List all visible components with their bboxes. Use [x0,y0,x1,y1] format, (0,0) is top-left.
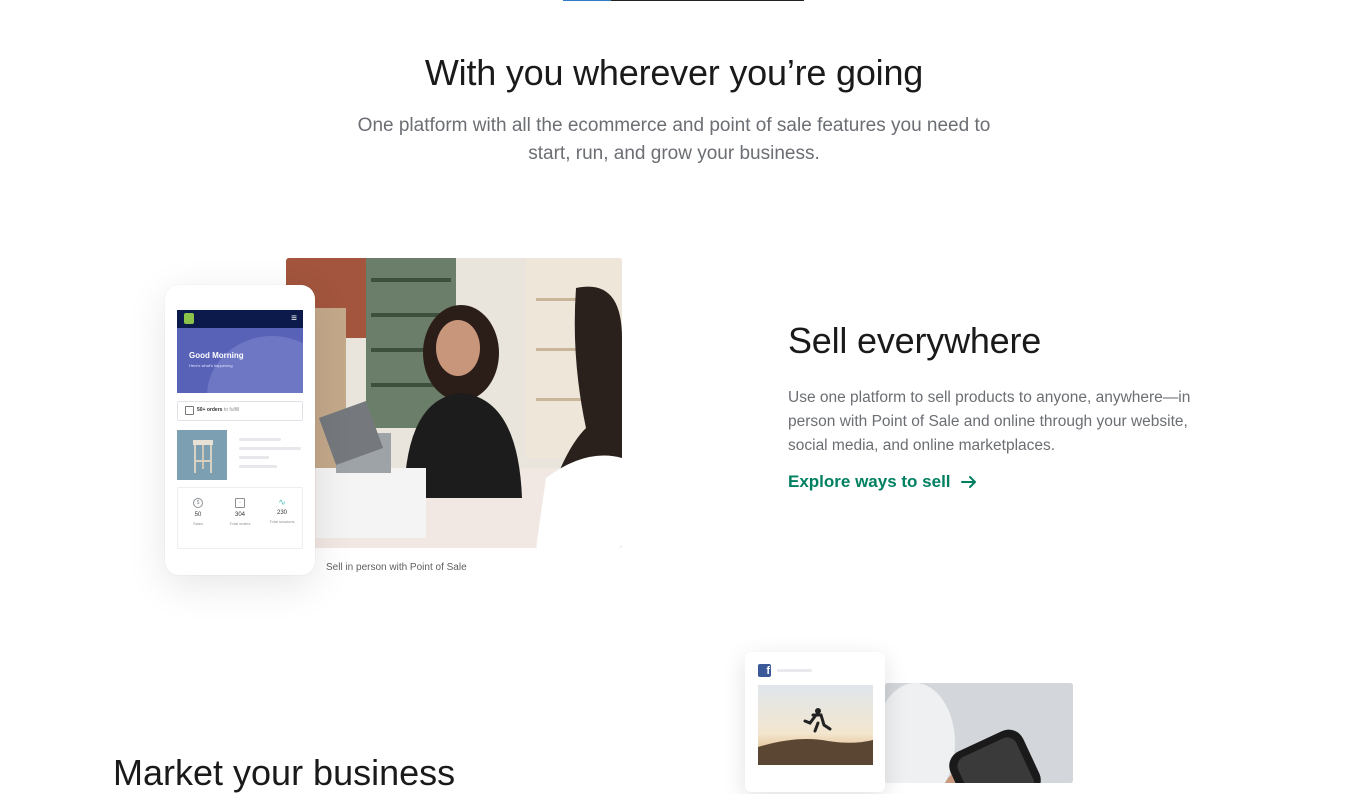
orders-count: 50+ orders [197,407,223,413]
section-title: With you wherever you’re going [424,52,924,93]
stat-value: 304 [234,512,245,518]
feature-title: Sell everywhere [788,320,1042,361]
arrow-right-icon [960,473,978,491]
phone-stats-panel: $ 50 Sales ▫ 304 Total orders ∿ 230 Tota… [177,487,303,549]
stat-value: 50 [194,512,202,518]
stat-sales: $ 50 Sales [178,498,218,526]
explore-ways-to-sell-link[interactable]: Explore ways to sell [788,472,978,492]
phone-in-hand-photo [885,683,1073,783]
link-label: Explore ways to sell [788,472,951,491]
orders-suffix: to fulfill [222,407,240,413]
stat-label: Total orders [229,521,251,526]
phone-greeting-subtitle: Here's what's happening [189,363,233,368]
sessions-chart-icon: ∿ [278,497,286,507]
dollar-icon: $ [193,498,203,508]
stat-orders: ▫ 304 Total orders [220,498,260,526]
post-image-jumping-person [758,685,873,765]
shopify-logo-icon [184,313,194,324]
sell-everywhere-visual: ≡ Good Morning Here's what's happening 5… [110,225,670,615]
phone-orders-banner: 50+ orders to fulfill [177,401,303,421]
section-subtitle: One platform with all the ecommerce and … [357,115,991,164]
post-author-placeholder [777,669,812,672]
phone-dashboard-header: ≡ Good Morning Here's what's happening [177,310,303,393]
image-caption: Sell in person with Point of Sale [326,562,467,573]
social-post-card: f [745,652,885,792]
stat-value: 230 [276,510,287,516]
stat-label: Total sessions [269,519,295,524]
menu-icon: ≡ [291,313,297,324]
product-stool-image [177,430,227,480]
stat-sessions: ∿ 230 Total sessions [262,497,302,525]
scroll-progress-fill [563,0,612,1]
orders-icon: ▫ [235,498,245,508]
facebook-icon: f [758,664,771,677]
phone-mockup: ≡ Good Morning Here's what's happening 5… [165,285,315,575]
feature-title-market: Market your business [113,752,456,793]
scroll-progress-bar [563,0,804,1]
stat-label: Sales [192,521,203,526]
orders-box-icon [185,406,194,415]
point-of-sale-photo [286,258,622,548]
feature-description: Use one platform to sell products to any… [788,389,1191,454]
phone-greeting: Good Morning [189,351,244,360]
